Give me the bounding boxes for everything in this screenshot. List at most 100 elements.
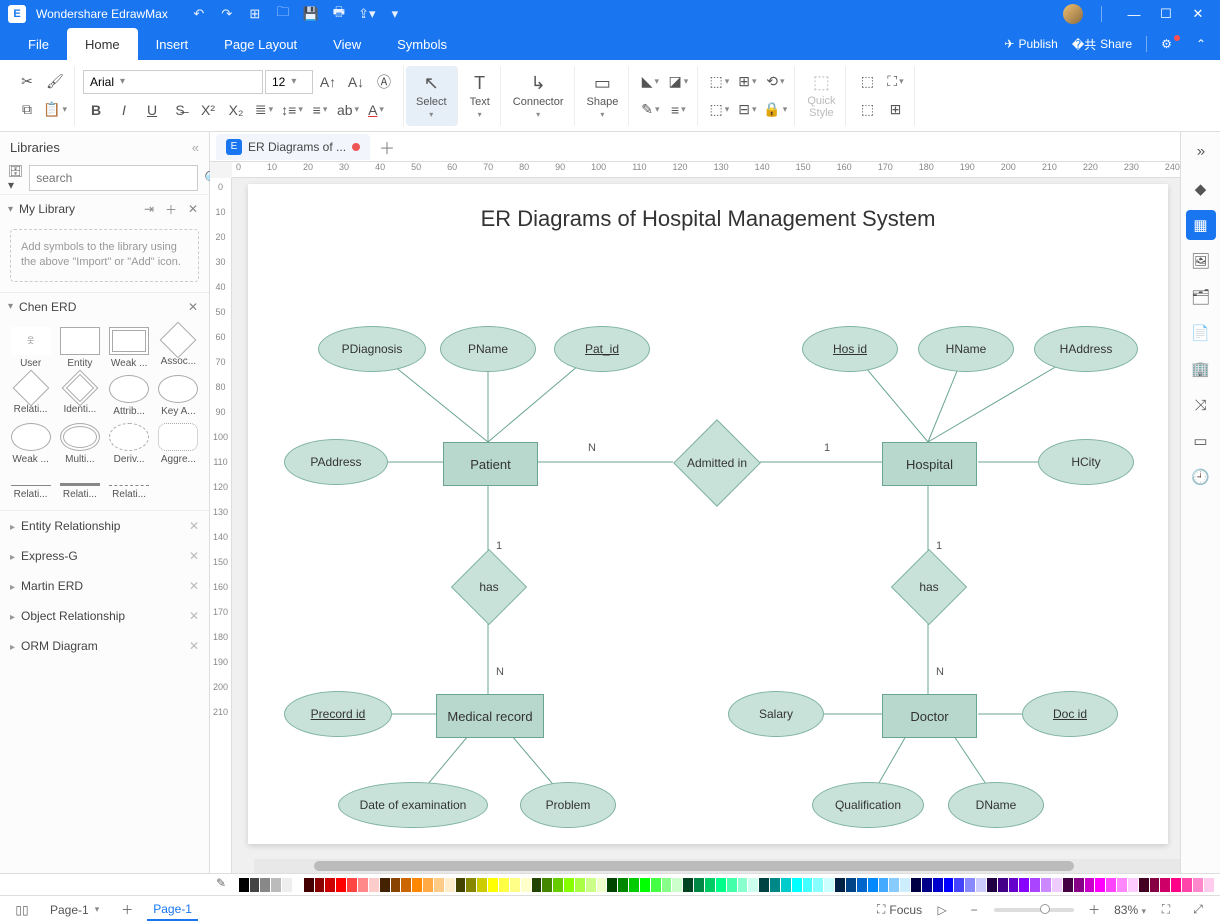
highlight-color-icon[interactable]: ab▾: [335, 98, 361, 122]
color-swatch[interactable]: [466, 878, 476, 892]
new-icon[interactable]: ⊞: [244, 3, 266, 25]
color-swatch[interactable]: [445, 878, 455, 892]
connector-tool[interactable]: ↳Connector▾: [503, 66, 575, 126]
distribute-icon[interactable]: ⊞: [882, 98, 908, 122]
shape-assoc[interactable]: Assoc...: [156, 327, 201, 369]
shape-line3[interactable]: Relati...: [107, 471, 152, 500]
fill-color-icon[interactable]: ◣▾: [637, 70, 663, 94]
image-icon[interactable]: 🖼: [1186, 246, 1216, 276]
color-swatch[interactable]: [358, 878, 368, 892]
color-swatch[interactable]: [607, 878, 617, 892]
canvas[interactable]: ER Diagrams of Hospital Management Syste…: [232, 178, 1180, 873]
color-swatch[interactable]: [325, 878, 335, 892]
rel-has-2[interactable]: has: [902, 560, 956, 614]
color-swatch[interactable]: [1095, 878, 1105, 892]
color-swatch[interactable]: [369, 878, 379, 892]
color-swatch[interactable]: [738, 878, 748, 892]
color-swatch[interactable]: [846, 878, 856, 892]
color-swatch[interactable]: [1052, 878, 1062, 892]
shape-aggregate[interactable]: Aggre...: [156, 423, 201, 465]
bullets-icon[interactable]: ≣▾: [251, 98, 277, 122]
strikethrough-icon[interactable]: S̶: [167, 98, 193, 122]
color-swatch[interactable]: [1204, 878, 1214, 892]
theme-icon[interactable]: ◆: [1186, 174, 1216, 204]
paste-icon[interactable]: 📋▾: [42, 98, 68, 122]
font-increase-icon[interactable]: A↑: [315, 70, 341, 94]
color-swatch[interactable]: [575, 878, 585, 892]
color-swatch[interactable]: [1139, 878, 1149, 892]
color-swatch[interactable]: [944, 878, 954, 892]
align-objects-icon[interactable]: ⊟▾: [734, 98, 760, 122]
color-swatch[interactable]: [889, 878, 899, 892]
attr-pat-id[interactable]: Pat_id: [554, 326, 650, 372]
attr-precord-id[interactable]: Precord id: [284, 691, 392, 737]
color-swatch[interactable]: [976, 878, 986, 892]
share-button[interactable]: �共 Share: [1072, 36, 1132, 53]
color-swatch[interactable]: [1106, 878, 1116, 892]
attr-pdiagnosis[interactable]: PDiagnosis: [318, 326, 426, 372]
color-swatch[interactable]: [683, 878, 693, 892]
color-swatch[interactable]: [933, 878, 943, 892]
presentation-icon[interactable]: ▭: [1186, 426, 1216, 456]
diagram-page[interactable]: ER Diagrams of Hospital Management Syste…: [248, 184, 1168, 844]
tab-view[interactable]: View: [315, 28, 379, 60]
add-icon[interactable]: ＋: [163, 201, 179, 217]
color-swatch[interactable]: [792, 878, 802, 892]
color-swatch[interactable]: [271, 878, 281, 892]
color-swatch[interactable]: [336, 878, 346, 892]
fullscreen-button[interactable]: ⤢: [1186, 899, 1210, 921]
color-swatch[interactable]: [618, 878, 628, 892]
attr-hname[interactable]: HName: [918, 326, 1014, 372]
color-swatch[interactable]: [748, 878, 758, 892]
color-swatch[interactable]: [477, 878, 487, 892]
minimize-button[interactable]: —: [1120, 3, 1148, 25]
color-swatch[interactable]: [640, 878, 650, 892]
color-swatch[interactable]: [857, 878, 867, 892]
zoom-in-button[interactable]: ＋: [1082, 899, 1106, 921]
entity-doctor[interactable]: Doctor: [882, 694, 977, 738]
color-swatch[interactable]: [553, 878, 563, 892]
color-swatch[interactable]: [1182, 878, 1192, 892]
color-swatch[interactable]: [488, 878, 498, 892]
color-swatch[interactable]: [521, 878, 531, 892]
close-lib-icon[interactable]: ✕: [185, 201, 201, 217]
zoom-readout[interactable]: 83% ▾: [1114, 903, 1146, 917]
shape-weak-attr[interactable]: Weak ...: [8, 423, 53, 465]
entity-hospital[interactable]: Hospital: [882, 442, 977, 486]
category-item[interactable]: ▸Entity Relationship✕: [0, 511, 209, 541]
color-swatch[interactable]: [1193, 878, 1203, 892]
bold-icon[interactable]: B: [83, 98, 109, 122]
line-spacing-icon[interactable]: ↕≡▾: [279, 98, 305, 122]
layers-icon[interactable]: 🗂: [1186, 282, 1216, 312]
user-avatar[interactable]: [1063, 4, 1083, 24]
category-item[interactable]: ▸Express-G✕: [0, 541, 209, 571]
shape-attribute[interactable]: Attrib...: [107, 375, 152, 417]
color-swatch[interactable]: [412, 878, 422, 892]
open-icon[interactable]: 🗀: [272, 3, 294, 25]
attr-dname[interactable]: DName: [948, 782, 1044, 828]
quick-style-button[interactable]: ⬚Quick Style: [797, 66, 846, 126]
color-swatch[interactable]: [922, 878, 932, 892]
color-swatch[interactable]: [434, 878, 444, 892]
italic-icon[interactable]: I: [111, 98, 137, 122]
shape-multi[interactable]: Multi...: [57, 423, 102, 465]
zoom-out-button[interactable]: −: [962, 899, 986, 921]
color-swatch[interactable]: [987, 878, 997, 892]
redo-icon[interactable]: ↷: [216, 3, 238, 25]
color-swatch[interactable]: [651, 878, 661, 892]
tab-page-layout[interactable]: Page Layout: [206, 28, 315, 60]
same-height-icon[interactable]: ⬚: [854, 98, 880, 122]
color-swatch[interactable]: [564, 878, 574, 892]
resource-icon[interactable]: 🏢: [1186, 354, 1216, 384]
color-swatch[interactable]: [239, 878, 249, 892]
shape-line1[interactable]: Relati...: [8, 471, 53, 500]
shadow-icon[interactable]: ◪▾: [665, 70, 691, 94]
color-swatch[interactable]: [813, 878, 823, 892]
text-tool[interactable]: TText▾: [460, 66, 501, 126]
my-library-header[interactable]: ▾My Library ⇥ ＋ ✕: [0, 195, 209, 223]
attr-haddress[interactable]: HAddress: [1034, 326, 1138, 372]
color-swatch[interactable]: [965, 878, 975, 892]
import-icon[interactable]: ⇥: [141, 201, 157, 217]
clear-format-icon[interactable]: Ⓐ: [371, 70, 397, 94]
shape-relationship[interactable]: Relati...: [8, 375, 53, 417]
